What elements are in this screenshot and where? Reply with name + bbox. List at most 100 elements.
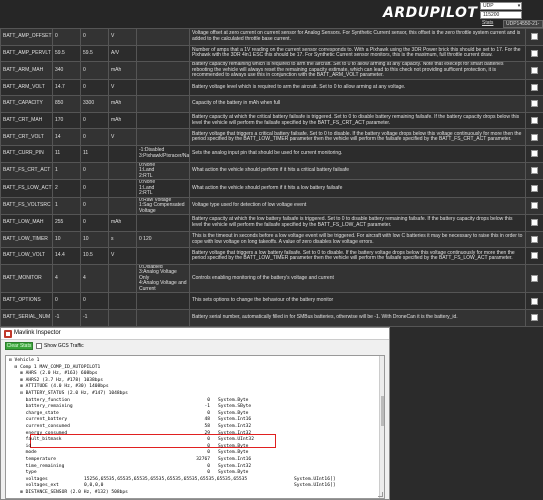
tree-field-value: 0 [207, 450, 210, 456]
baud-rate-select[interactable]: 115200 [480, 11, 522, 19]
tree-expander [9, 431, 26, 436]
tree-field-value: -1 [204, 404, 210, 410]
param-default: 0 [80, 61, 109, 80]
param-favorite-cell [525, 230, 543, 249]
tree-expander: ⊞ [9, 384, 26, 390]
param-name: BATT_CRT_MAH [0, 111, 53, 130]
tree-field-name: voltages_ext [9, 483, 59, 489]
param-units: V [108, 247, 137, 265]
tree-expander [9, 457, 26, 462]
param-default: 0 [80, 28, 109, 46]
param-favorite-checkbox[interactable] [531, 83, 538, 91]
clear-stats-button[interactable]: Clear Stats [5, 342, 33, 350]
param-row: BATT_AMP_OFFSET 0 0 V Voltage offset at zero… [0, 28, 543, 46]
tree-expander: ⊞ [9, 490, 26, 495]
param-favorite-cell [525, 179, 543, 198]
vertical-scrollbar[interactable] [379, 356, 384, 498]
tree-field-type: System.UInt16[] [294, 476, 336, 482]
tree-node[interactable]: ⊞ AHRS (2.0 Hz, #163) 608bps [9, 371, 97, 377]
tree-node[interactable]: ⊟ BATTERY_STATUS (2.0 Hz, #147) 1048bps [9, 391, 128, 397]
tree-field-type: System.Byte [218, 397, 249, 403]
param-favorite-checkbox[interactable] [531, 150, 538, 158]
param-favorite-checkbox[interactable] [531, 167, 538, 175]
parameter-table-body: BATT_AMP_OFFSET 0 0 V Voltage offset at zero… [0, 28, 543, 378]
param-default: 4 [80, 263, 109, 294]
param-favorite-checkbox[interactable] [531, 202, 538, 210]
param-row: BATT_ARM_MAH 340 0 mAh Battery capacity rema… [0, 61, 543, 80]
param-favorite-checkbox[interactable] [531, 297, 538, 305]
param-value[interactable]: 14 [52, 128, 81, 147]
tree-expander [9, 450, 26, 455]
param-favorite-cell [525, 161, 543, 181]
param-name: BATT_FS_VOLTSRC [0, 196, 53, 216]
param-favorite-checkbox[interactable] [531, 49, 538, 57]
param-favorite-checkbox[interactable] [531, 117, 538, 124]
param-favorite-checkbox[interactable] [531, 66, 538, 74]
tree-expander: ⊞ [9, 371, 26, 377]
tree-node[interactable]: ⊟ Vehicle 1 [9, 358, 39, 364]
tree-node[interactable]: ⊞ DISTANCE_SENSOR (2.0 Hz, #132) 508bps [9, 490, 128, 496]
param-value[interactable]: 0 [52, 292, 81, 311]
param-value[interactable]: 14.4 [52, 247, 81, 265]
tree-field-name: battery_function [9, 398, 70, 404]
param-row: BATT_CRT_VOLT 14 0 V Battery voltage that tr… [0, 128, 543, 147]
param-default: 0 [80, 161, 109, 181]
param-units [108, 292, 137, 311]
param-row: BATT_CRT_MAH 170 0 mAh Battery capacity at w… [0, 111, 543, 130]
param-favorite-checkbox[interactable] [531, 100, 538, 108]
show-gcs-traffic-checkbox[interactable] [36, 343, 42, 349]
param-options [136, 95, 190, 113]
param-value[interactable]: 59.5 [52, 44, 81, 63]
param-favorite-checkbox[interactable] [531, 33, 538, 41]
param-name: BATT_CAPACITY [0, 95, 53, 113]
param-options: 0:None 1:Land 2:RTL [136, 179, 190, 198]
param-value[interactable]: 1 [52, 161, 81, 181]
param-options [136, 44, 190, 63]
param-description: Battery capacity at which the critical b… [189, 111, 526, 130]
param-value[interactable]: 10 [52, 230, 81, 249]
tree-label: temperature [25, 457, 57, 462]
param-value[interactable]: 850 [52, 95, 81, 113]
param-name: BATT_FS_LOW_ACT [0, 179, 53, 198]
tree-node[interactable]: ⊞ ATTITUDE (4.0 Hz, #30) 1408bps [9, 384, 109, 390]
param-favorite-checkbox[interactable] [531, 219, 538, 227]
param-favorite-checkbox[interactable] [531, 252, 538, 260]
param-value[interactable]: 1 [52, 196, 81, 216]
tree-expander [9, 470, 26, 475]
param-value[interactable]: -1 [52, 309, 81, 327]
param-favorite-checkbox[interactable] [531, 275, 538, 283]
tree-field-type: System.Byte [218, 410, 249, 416]
tree-field-type: System.Int32 [218, 424, 252, 429]
param-description: Sets the analog input pin that should be… [189, 145, 526, 163]
param-default: 0 [80, 78, 109, 97]
param-value[interactable]: 4 [52, 263, 81, 294]
resize-grip-icon[interactable] [378, 492, 383, 497]
param-units: mAh [108, 214, 137, 232]
tree-expander [9, 411, 26, 416]
param-favorite-checkbox[interactable] [531, 314, 538, 322]
empty-area [390, 327, 543, 500]
message-tree[interactable]: ⊟ Vehicle 1 ⊟ Comp 1 MAV_COMP_ID_AUTOPIL… [5, 355, 385, 499]
param-value[interactable]: 255 [52, 214, 81, 232]
tree-node[interactable]: ⊞ AHRS2 (3.7 Hz, #178) 1038bps [9, 378, 103, 384]
param-value[interactable]: 2 [52, 179, 81, 198]
param-value[interactable]: 11 [52, 145, 81, 163]
param-favorite-checkbox[interactable] [531, 184, 538, 192]
param-favorite-checkbox[interactable] [531, 235, 538, 243]
param-name: BATT_ARM_VOLT [0, 78, 53, 97]
scrollbar-thumb[interactable] [381, 396, 384, 426]
param-options: 0 120 [136, 230, 190, 249]
param-description: Number of amps that a 1V reading on the … [189, 44, 526, 63]
param-value[interactable]: 340 [52, 61, 81, 80]
param-value[interactable]: 170 [52, 111, 81, 130]
tree-node[interactable]: ⊟ Comp 1 MAV_COMP_ID_AUTOPILOT1 [9, 365, 101, 371]
param-default: 10 [80, 230, 109, 249]
ardupilot-logo: ARDUPILOT [383, 5, 478, 21]
tree-label: energy_consumed [25, 430, 68, 436]
connection-select[interactable]: UDP14550-21-QUA [503, 20, 543, 34]
param-description: Battery capacity at which the low batter… [189, 214, 526, 232]
param-value[interactable]: 14.7 [52, 78, 81, 97]
chevron-down-icon[interactable]: ▾ [516, 2, 522, 10]
param-favorite-checkbox[interactable] [531, 133, 538, 141]
param-value[interactable]: 0 [52, 28, 81, 46]
